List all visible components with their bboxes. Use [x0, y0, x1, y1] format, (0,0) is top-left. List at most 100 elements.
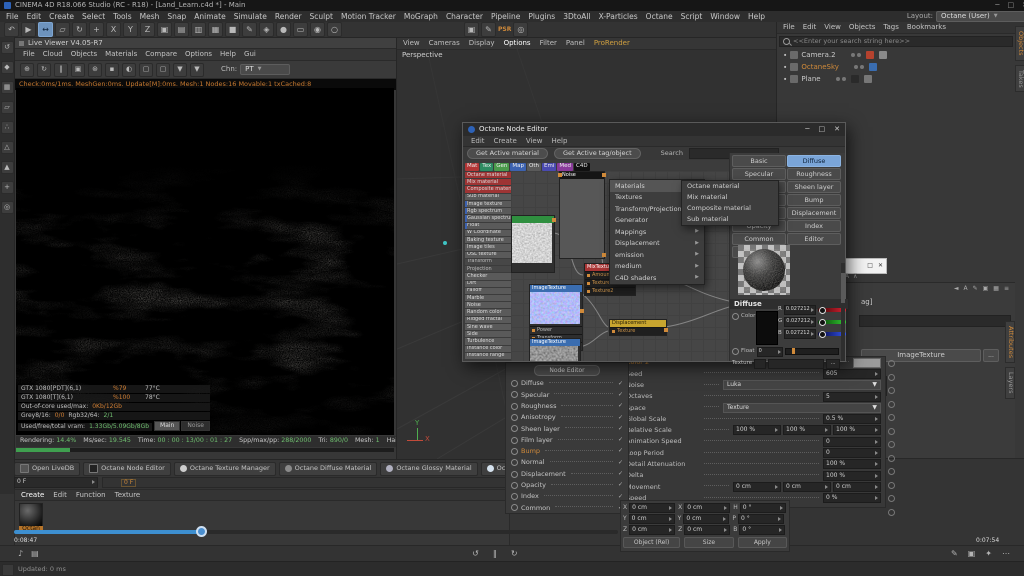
submenu-item-octane-material[interactable]: Octane material — [682, 181, 778, 192]
vp-menu-filter[interactable]: Filter — [540, 40, 557, 47]
gear-icon[interactable]: ⊛ — [88, 63, 102, 77]
node-type-float[interactable]: Float — [465, 223, 511, 229]
mograph-icon[interactable]: ◈ — [259, 22, 274, 37]
vp-menu-view[interactable]: View — [403, 40, 420, 47]
channel-row-diffuse[interactable]: Diffuse✓ — [506, 378, 628, 389]
convert-icon[interactable]: ↺ — [1, 41, 14, 54]
anim-ring-icon[interactable] — [732, 313, 739, 320]
lv-menu-help[interactable]: Help — [220, 51, 236, 58]
last-tool-icon[interactable]: + — [89, 22, 104, 37]
diffuse-color-swatch[interactable] — [756, 311, 778, 345]
node-type-baking-texture[interactable]: Baking texture — [465, 237, 511, 243]
lv-menu-file[interactable]: File — [23, 51, 35, 58]
pick-b-icon[interactable]: ▢ — [156, 63, 170, 77]
context-item-mappings[interactable]: Mappings▶ — [610, 226, 704, 238]
ne-menu-create[interactable]: Create — [494, 138, 517, 145]
anim-ring-icon[interactable] — [511, 380, 518, 387]
anim-ring-icon[interactable] — [511, 471, 518, 478]
anim-ring-icon[interactable] — [888, 414, 895, 421]
channel-row-normal[interactable]: Normal✓ — [506, 457, 628, 468]
main-menu-select[interactable]: Select — [82, 13, 105, 21]
coord-field-x[interactable]: 0 cm — [629, 503, 675, 513]
restart-icon[interactable]: ↻ — [37, 63, 51, 77]
object-tag-icon[interactable] — [879, 51, 887, 59]
channel-row-bump[interactable]: Bump✓ — [506, 446, 628, 457]
get-active-tag-button[interactable]: Get Active tag/object — [554, 148, 641, 159]
channel-value-g[interactable]: 0.027212 — [784, 317, 816, 327]
node-type-image-texture[interactable]: Image texture — [465, 201, 511, 207]
value-field[interactable]: 0 — [823, 448, 881, 458]
category-tab-tex[interactable]: Tex — [480, 163, 493, 171]
vp-menu-options[interactable]: Options — [504, 40, 531, 47]
anim-ring-icon[interactable] — [511, 391, 518, 398]
maximize-button[interactable]: □ — [819, 126, 826, 133]
param-button-editor[interactable]: Editor — [787, 233, 841, 245]
enabled-check-icon[interactable]: ✓ — [618, 403, 623, 409]
edges-mode-icon[interactable]: △ — [1, 141, 14, 154]
node-type-image-tiles[interactable]: Image tiles — [465, 244, 511, 250]
render-picture-icon[interactable]: ▥ — [191, 22, 206, 37]
octane-node-editor-window[interactable]: Octane Node Editor ─ □ ✕ EditCreateViewH… — [462, 122, 846, 362]
enabled-check-icon[interactable]: ✓ — [618, 392, 623, 398]
context-item-emission[interactable]: emission▶ — [610, 249, 704, 261]
mm-menu-function[interactable]: Function — [76, 492, 106, 499]
node-editor-titlebar[interactable]: Octane Node Editor ─ □ ✕ — [463, 123, 845, 136]
node-type-rgb-spectrum[interactable]: Rgb spectrum — [465, 208, 511, 214]
param-button-displacement[interactable]: Displacement — [787, 207, 841, 219]
pause-icon[interactable]: ‖ — [54, 63, 68, 77]
vp-menu-prorender[interactable]: ProRender — [594, 40, 630, 47]
object-row-plane[interactable]: ∙Plane — [777, 73, 1024, 85]
om-menu-objects[interactable]: Objects — [849, 24, 875, 31]
anim-ring-icon[interactable] — [888, 509, 895, 516]
object-tag-icon[interactable] — [869, 63, 877, 71]
key-icon[interactable]: ✦ — [985, 550, 992, 558]
render-view[interactable]: GTX 1080[PDT](6,1)%7977°CGTX 1080[T](6,1… — [16, 88, 394, 435]
coord-field-h[interactable]: 0 ° — [740, 503, 786, 513]
anim-ring-icon[interactable] — [511, 459, 518, 466]
loop-icon[interactable]: ↺ — [472, 550, 479, 558]
category-tab-c4d[interactable]: C4D — [574, 163, 590, 171]
main-menu-character[interactable]: Character — [446, 13, 483, 21]
main-menu-sculpt[interactable]: Sculpt — [310, 13, 333, 21]
value-field[interactable]: 100 % — [783, 425, 831, 435]
node-type-dirt[interactable]: Dirt — [465, 281, 511, 287]
om-menu-tags[interactable]: Tags — [883, 24, 899, 31]
polygons-mode-icon[interactable]: ▲ — [1, 161, 14, 174]
button-octane-glossy-material[interactable]: Octane Glossy Material — [380, 462, 477, 476]
main-menu-x-particles[interactable]: X-Particles — [599, 13, 638, 21]
generator-node[interactable] — [511, 215, 555, 273]
context-item-medium[interactable]: medium▶ — [610, 261, 704, 273]
button-octane-node-editor[interactable]: Octane Node Editor — [83, 462, 171, 476]
channel-row-film-layer[interactable]: Film layer✓ — [506, 434, 628, 445]
material-thumbnail[interactable] — [19, 503, 43, 527]
om-menu-view[interactable]: View — [824, 24, 841, 31]
category-tab-emi[interactable]: Emi — [542, 163, 556, 171]
audio-icon[interactable]: ♪ — [18, 550, 23, 558]
coord-system-icon[interactable]: ▣ — [157, 22, 172, 37]
anim-ring-icon[interactable] — [888, 482, 895, 489]
layout-dropdown[interactable]: Octane (User) ▼ — [936, 11, 1024, 22]
anim-ring-icon[interactable] — [511, 493, 518, 500]
lv-menu-compare[interactable]: Compare — [145, 51, 177, 58]
param-button-index[interactable]: Index — [787, 220, 841, 232]
anim-ring-icon[interactable] — [511, 425, 518, 432]
param-button-bump[interactable]: Bump — [787, 194, 841, 206]
anim-ring-icon[interactable] — [888, 441, 895, 448]
category-tab-gen[interactable]: Gen — [494, 163, 509, 171]
enabled-check-icon[interactable]: ✓ — [618, 381, 623, 387]
texture-more-button[interactable]: ... — [826, 359, 840, 369]
z-axis-icon[interactable]: Z — [140, 22, 155, 37]
node-type-ridged-fractal[interactable]: Ridged fractal — [465, 317, 511, 323]
value-field[interactable]: 5 — [823, 392, 881, 402]
frame-marker[interactable]: 0 F — [121, 479, 136, 487]
light-icon[interactable]: ○ — [327, 22, 342, 37]
undo-icon[interactable]: ↶ — [4, 22, 19, 37]
value-field[interactable]: 0 cm — [783, 482, 831, 492]
main-menu-motion-tracker[interactable]: Motion Tracker — [341, 13, 396, 21]
anim-ring-icon[interactable] — [732, 348, 739, 355]
pick-a-icon[interactable]: ▢ — [139, 63, 153, 77]
node-type-side[interactable]: Side — [465, 331, 511, 337]
anim-ring-icon[interactable] — [511, 448, 518, 455]
more-icon[interactable]: ⋯ — [1002, 550, 1010, 558]
live-viewer-header[interactable]: Live Viewer V4.05-R7 — [15, 38, 397, 49]
